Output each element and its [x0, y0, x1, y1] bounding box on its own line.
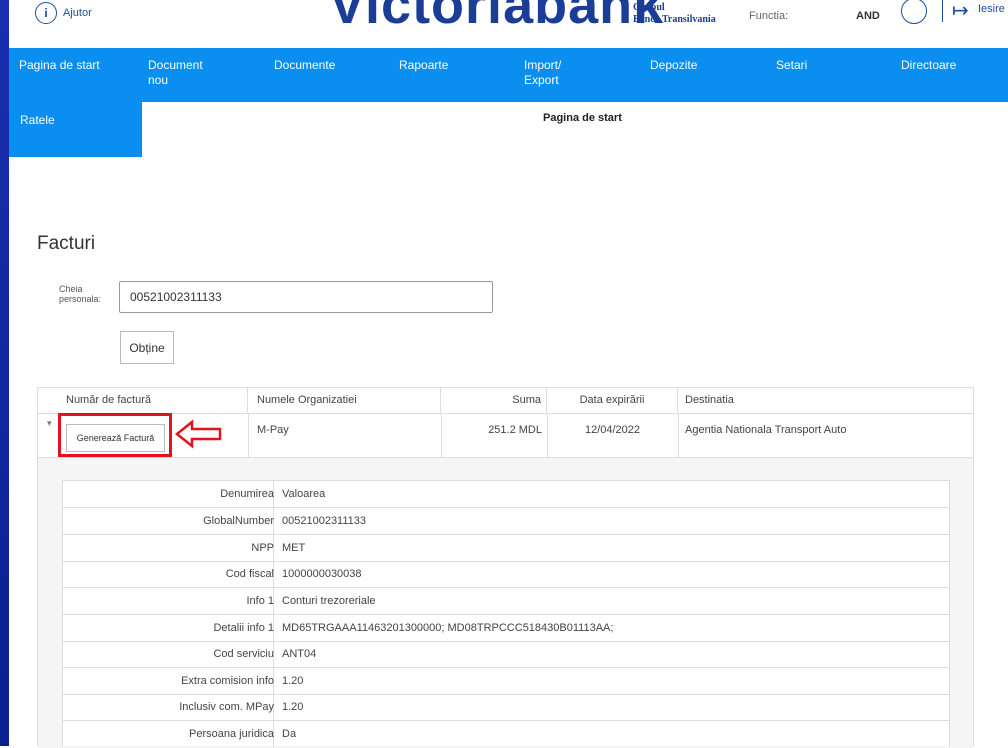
- detail-value: 1.20: [282, 701, 304, 713]
- nav-item-import-export[interactable]: Import/ Export: [524, 58, 574, 88]
- detail-value: MD65TRGAAA11463201300000; MD08TRPCCC5184…: [282, 622, 614, 634]
- main-nav: Pagina de start Document nou Documente R…: [9, 48, 1008, 102]
- col-organization[interactable]: Numele Organizatiei: [248, 388, 441, 413]
- detail-value: Conturi trezoreriale: [282, 595, 376, 607]
- table-row: Cod fiscal 1000000030038: [63, 561, 949, 588]
- table-row: Cod serviciu ANT04: [63, 641, 949, 668]
- function-value: AND: [856, 10, 880, 22]
- sidebar-item-rates[interactable]: Ratele: [20, 113, 55, 127]
- nav-item-new-document[interactable]: Document nou: [148, 58, 218, 88]
- personal-key-input[interactable]: [119, 281, 493, 313]
- top-header: i Ajutor Victoriabank Grupul Banca Trans…: [9, 0, 1008, 48]
- detail-value: MET: [282, 542, 306, 554]
- left-edge-bar: [0, 0, 9, 746]
- bank-logo: Victoriabank: [329, 0, 665, 35]
- brand-name: Banca Transilvania: [633, 14, 716, 25]
- table-row: Info 1 Conturi trezoreriale: [63, 588, 949, 615]
- col-invoice-number[interactable]: Număr de factură: [38, 388, 248, 413]
- exit-icon[interactable]: ↦: [952, 0, 974, 22]
- breadcrumb: Pagina de start: [543, 112, 622, 124]
- help-icon: i: [35, 2, 57, 24]
- col-expiry[interactable]: Data expirării: [547, 388, 678, 413]
- details-header-row: Denumirea Valoarea: [63, 481, 949, 508]
- arrow-left-icon: [175, 419, 222, 449]
- table-row: Persoana juridica Da: [63, 721, 949, 748]
- detail-key: Cod fiscal: [225, 568, 274, 580]
- table-row: Detalii info 1 MD65TRGAAA11463201300000;…: [63, 615, 949, 642]
- obtain-button[interactable]: Obține: [120, 331, 174, 364]
- row-amount: 251.2 MDL: [488, 424, 542, 436]
- function-label: Functia:: [749, 10, 789, 22]
- row-col-divider: [678, 413, 679, 457]
- nav-item-reports[interactable]: Rapoarte: [399, 58, 448, 73]
- table-row: NPP MET: [63, 535, 949, 562]
- row-organization: M-Pay: [257, 424, 289, 436]
- row-expiry: 12/04/2022: [584, 424, 641, 436]
- help-link[interactable]: i Ajutor: [35, 2, 92, 24]
- detail-value: 1000000030038: [282, 568, 362, 580]
- detail-value: 00521002311133: [282, 515, 367, 527]
- exit-label[interactable]: Iesire: [978, 3, 1005, 15]
- table-row: Inclusiv com. MPay 1.20: [63, 694, 949, 721]
- detail-key: Cod serviciu: [213, 648, 274, 660]
- detail-key: GlobalNumber: [203, 515, 274, 527]
- details-table: Denumirea Valoarea GlobalNumber 00521002…: [62, 480, 950, 748]
- table-row: Extra comision info 1.20: [63, 668, 949, 695]
- brand-subtitle: Grupul Banca Transilvania: [633, 2, 716, 26]
- header-divider: [942, 0, 943, 22]
- detail-value: 1.20: [282, 675, 304, 687]
- expand-chevron-icon[interactable]: ▾: [47, 418, 52, 429]
- header-divider-line: [38, 413, 973, 414]
- detail-key: Inclusiv com. MPay: [179, 701, 274, 713]
- help-label: Ajutor: [63, 7, 92, 19]
- col-destination[interactable]: Destinatia: [678, 388, 975, 413]
- brand-group: Grupul: [633, 2, 665, 13]
- language-icon[interactable]: [901, 0, 927, 24]
- detail-key: Info 1: [246, 595, 274, 607]
- personal-key-label: Cheia personala:: [59, 284, 102, 304]
- detail-value: Da: [282, 728, 297, 740]
- nav-item-home[interactable]: Pagina de start: [19, 58, 100, 73]
- detail-value: ANT04: [282, 648, 317, 660]
- col-amount[interactable]: Suma: [441, 388, 547, 413]
- row-col-divider: [248, 413, 249, 457]
- nav-item-directories[interactable]: Directoare: [901, 58, 956, 73]
- detail-key: Extra comision info: [181, 675, 274, 687]
- detail-key: NPP: [251, 542, 274, 554]
- details-header-key: Denumirea: [220, 488, 274, 500]
- details-header-value: Valoarea: [282, 488, 326, 500]
- sidebar: Ratele: [9, 102, 142, 157]
- nav-item-deposits[interactable]: Depozite: [650, 58, 697, 73]
- detail-key: Detalii info 1: [213, 622, 274, 634]
- highlight-box: [58, 413, 172, 457]
- row-destination: Agentia Nationala Transport Auto: [685, 424, 847, 436]
- nav-item-settings[interactable]: Setari: [776, 58, 807, 73]
- page-title: Facturi: [37, 233, 96, 254]
- nav-item-documents[interactable]: Documente: [274, 58, 335, 73]
- table-row: GlobalNumber 00521002311133: [63, 508, 949, 535]
- detail-key: Persoana juridica: [189, 728, 274, 740]
